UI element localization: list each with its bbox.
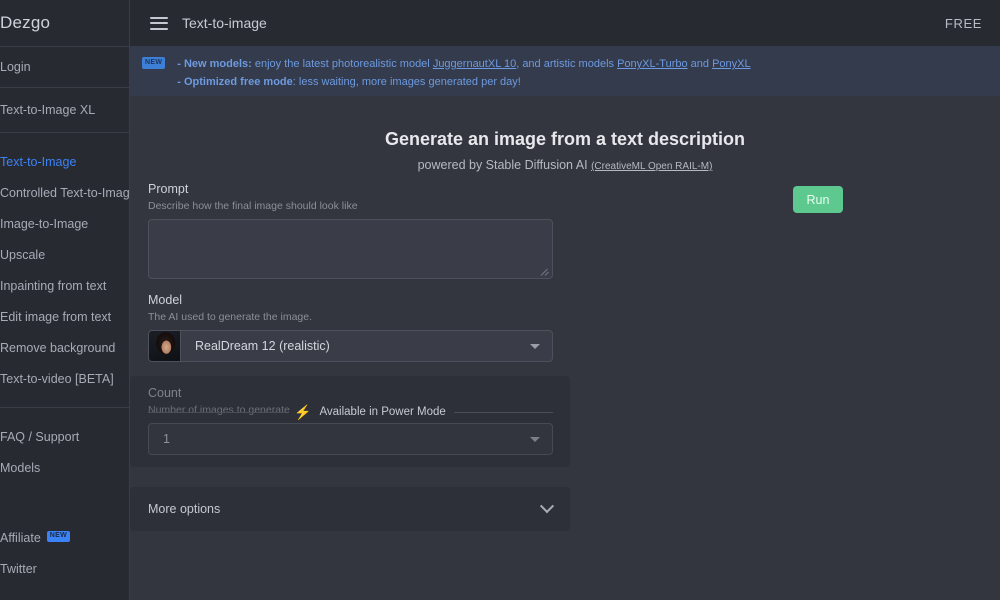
model-select[interactable]: RealDream 12 (realistic) — [148, 330, 553, 362]
sidebar-content: Dezgo Login Text-to-Image XL Text-to-Ima… — [0, 0, 129, 600]
model-field-group: Model The AI used to generate the image.… — [148, 293, 588, 362]
app-root: Dezgo Login Text-to-Image XL Text-to-Ima… — [0, 0, 1000, 600]
hamburger-bar — [150, 27, 168, 30]
banner-line-1-text-c: and — [687, 58, 713, 70]
sidebar-item-upscale[interactable]: Upscale — [0, 239, 129, 270]
sidebar-item-label: Affiliate — [0, 530, 41, 545]
run-button[interactable]: Run — [793, 186, 843, 213]
main-content: Generate an image from a text descriptio… — [130, 96, 1000, 600]
chevron-down-icon[interactable] — [530, 436, 540, 442]
sidebar-item-text-to-image-xl[interactable]: Text-to-Image XL — [0, 88, 129, 132]
more-options-label: More options — [148, 502, 221, 516]
sidebar-item-remove-background[interactable]: Remove background — [0, 332, 129, 363]
sidebar-item-edit-image-from-text[interactable]: Edit image from text — [0, 301, 129, 332]
model-help-text: The AI used to generate the image. — [148, 311, 313, 323]
prompt-help-text: Describe how the final image should look… — [148, 200, 358, 212]
prompt-label: Prompt — [148, 182, 189, 196]
banner-line-2-text: : less waiting, more images generated pe… — [292, 76, 521, 88]
banner-text: - New models: enjoy the latest photoreal… — [177, 55, 750, 91]
hamburger-bar — [150, 22, 168, 24]
banner-line-2: - Optimized free mode: less waiting, mor… — [177, 73, 750, 91]
main-heading: Generate an image from a text descriptio… — [384, 129, 746, 149]
count-help-text: Number of images to generate — [148, 404, 290, 416]
banner-line-1-text-b: , and artistic models — [516, 58, 618, 70]
link-ponyxl[interactable]: PonyXL — [712, 58, 751, 70]
page-title: Text-to-image — [182, 15, 267, 31]
count-label: Count — [148, 386, 182, 400]
sidebar-item-faq-support[interactable]: FAQ / Support — [0, 421, 129, 452]
main-subheading-text: powered by Stable Diffusion AI — [417, 158, 588, 172]
banner-line-1: - New models: enjoy the latest photoreal… — [177, 55, 750, 73]
model-label: Model — [148, 293, 183, 307]
hamburger-bar — [150, 16, 168, 19]
link-ponyxl-turbo[interactable]: PonyXL-Turbo — [617, 58, 688, 70]
sidebar-item-affiliate[interactable]: Affiliate NEW — [0, 522, 129, 553]
model-thumbnail-icon — [149, 331, 181, 361]
main-subheading: powered by Stable Diffusion AI (Creative… — [130, 158, 1000, 172]
sidebar-item-inpainting-from-text[interactable]: Inpainting from text — [0, 270, 129, 301]
new-badge-icon: NEW — [142, 57, 166, 70]
generation-form: Prompt Describe how the final image shou… — [130, 182, 588, 531]
plan-badge[interactable]: FREE — [945, 16, 982, 31]
count-select[interactable]: 1 — [148, 423, 553, 455]
banner-line-1-bold: - New models: — [177, 58, 252, 70]
resize-handle-icon[interactable] — [541, 268, 549, 276]
sidebar-item-models[interactable]: Models — [0, 452, 129, 483]
more-options-toggle[interactable]: More options — [130, 487, 570, 531]
banner-line-2-bold: - Optimized free mode — [177, 76, 293, 88]
count-field-group: Count Number of images to generate 1 ⚡ A… — [130, 376, 570, 467]
brand-logo[interactable]: Dezgo — [0, 0, 129, 46]
license-link[interactable]: (CreativeML Open RAIL-M) — [591, 161, 712, 172]
model-selected-value: RealDream 12 (realistic) — [195, 339, 330, 353]
app-header: Text-to-image FREE — [130, 0, 1000, 46]
sidebar-item-image-to-image[interactable]: Image-to-Image — [0, 208, 129, 239]
chevron-down-icon[interactable] — [530, 343, 540, 349]
prompt-field-group: Prompt Describe how the final image shou… — [148, 182, 588, 279]
sidebar-item-text-to-video[interactable]: Text-to-video [BETA] — [0, 363, 129, 394]
chevron-down-icon[interactable] — [539, 499, 555, 514]
sidebar: Dezgo Login Text-to-Image XL Text-to-Ima… — [0, 0, 130, 600]
hamburger-icon[interactable] — [150, 16, 168, 30]
sidebar-item-twitter[interactable]: Twitter — [0, 553, 129, 584]
sidebar-item-controlled-text-to-image[interactable]: Controlled Text-to-Image — [0, 177, 129, 208]
banner-line-1-text-a: enjoy the latest photorealistic model — [251, 58, 433, 70]
link-juggernautxl[interactable]: JuggernautXL 10 — [433, 58, 516, 70]
sidebar-item-login[interactable]: Login — [0, 47, 129, 87]
sidebar-item-text-to-image[interactable]: Text-to-Image — [0, 146, 129, 177]
prompt-input[interactable] — [148, 219, 553, 279]
new-badge-icon: NEW — [46, 531, 70, 542]
announcement-banner: NEW - New models: enjoy the latest photo… — [130, 46, 1000, 96]
count-selected-value: 1 — [163, 432, 170, 446]
